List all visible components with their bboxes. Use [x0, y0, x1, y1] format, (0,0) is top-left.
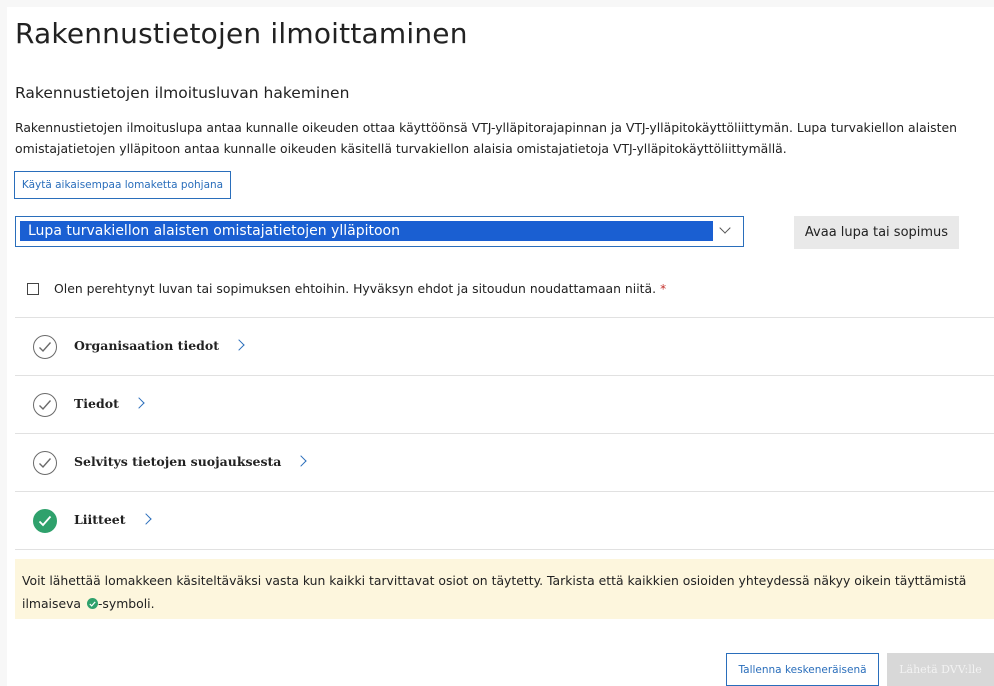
required-asterisk: * [660, 282, 667, 296]
save-draft-button[interactable]: Tallenna keskeneräisenä [726, 653, 879, 686]
chevron-right-icon [233, 339, 245, 351]
section-label-text: Liitteet [74, 512, 126, 527]
permit-type-selected-value: Lupa turvakiellon alaisten omistajatieto… [20, 221, 713, 241]
intro-text: Rakennustietojen ilmoituslupa antaa kunn… [15, 120, 957, 156]
unchecked-icon [33, 335, 57, 359]
check-circle-icon [86, 598, 98, 609]
section-label-text: Selvitys tietojen suojauksesta [74, 454, 282, 469]
unchecked-icon [33, 451, 57, 475]
chevron-down-icon [719, 222, 731, 234]
section-details[interactable]: Tiedot [15, 376, 994, 434]
terms-label-text: Olen perehtynyt luvan tai sopimuksen eht… [54, 281, 657, 296]
send-button[interactable]: Lähetä DVV:lle [887, 653, 994, 686]
chevron-right-icon [139, 513, 152, 525]
chevron-right-icon [295, 455, 308, 467]
completed-icon [33, 509, 57, 533]
use-previous-form-button[interactable]: Käytä aikaisempaa lomaketta pohjana [14, 171, 231, 199]
section-label: Selvitys tietojen suojauksesta [74, 454, 308, 469]
section-organisation-info[interactable]: Organisaation tiedot [15, 318, 994, 376]
page-title: Rakennustietojen ilmoittaminen [15, 17, 468, 50]
permit-type-select[interactable]: Lupa turvakiellon alaisten omistajatieto… [15, 216, 744, 247]
notice-text-end: -symboli. [97, 596, 155, 611]
section-label: Tiedot [74, 396, 145, 411]
section-data-protection[interactable]: Selvitys tietojen suojauksesta [15, 434, 994, 492]
page-subtitle: Rakennustietojen ilmoitusluvan hakeminen [15, 84, 350, 102]
section-attachments[interactable]: Liitteet [15, 492, 994, 550]
section-label-text: Organisaation tiedot [74, 338, 220, 353]
terms-checkbox[interactable] [27, 282, 39, 295]
chevron-right-icon [133, 397, 145, 409]
notice-text: Voit lähettää lomakkeen käsiteltäväksi v… [22, 573, 967, 611]
terms-acceptance: Olen perehtynyt luvan tai sopimuksen eht… [27, 281, 666, 296]
section-label: Organisaation tiedot [74, 338, 245, 353]
terms-label[interactable]: Olen perehtynyt luvan tai sopimuksen eht… [54, 281, 666, 296]
page: Rakennustietojen ilmoittaminen Rakennust… [7, 7, 994, 686]
form-sections: Organisaation tiedot Tiedot Selvitys tie… [15, 317, 994, 550]
section-label: Liitteet [74, 512, 152, 527]
completion-notice: Voit lähettää lomakkeen käsiteltäväksi v… [15, 559, 994, 619]
open-permit-button[interactable]: Avaa lupa tai sopimus [794, 216, 959, 249]
section-label-text: Tiedot [74, 396, 119, 411]
unchecked-icon [33, 393, 57, 417]
